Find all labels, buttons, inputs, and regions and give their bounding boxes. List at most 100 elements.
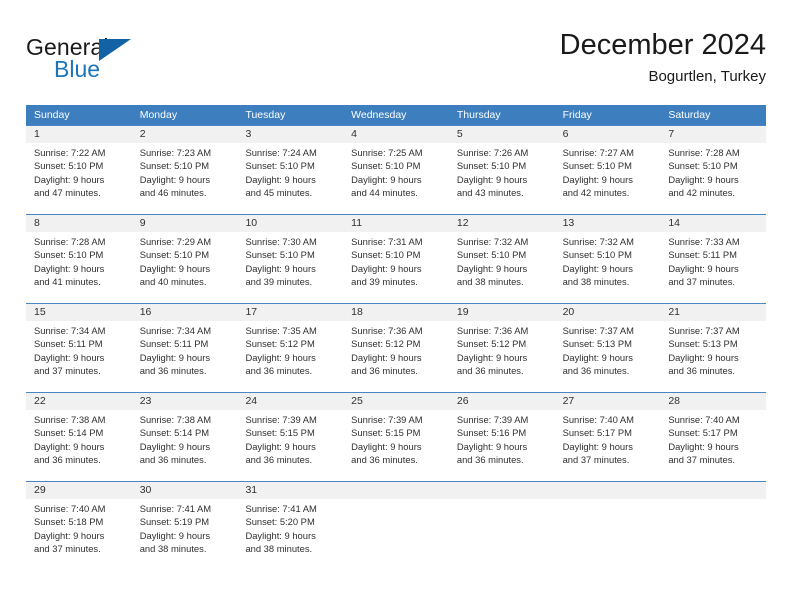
daylight-text2: and 36 minutes.: [351, 365, 418, 377]
day-cell[interactable]: Sunrise: 7:25 AM Sunset: 5:10 PM Dayligh…: [343, 143, 449, 214]
daylight-text: Daylight: 9 hours: [351, 440, 422, 452]
sunrise-text: Sunrise: 7:40 AM: [668, 414, 740, 425]
day-cell[interactable]: Sunrise: 7:39 AM Sunset: 5:15 PM Dayligh…: [343, 410, 449, 481]
sunset-text: Sunset: 5:12 PM: [351, 338, 421, 350]
day-number[interactable]: 1: [26, 126, 132, 143]
day-cell[interactable]: Sunrise: 7:36 AM Sunset: 5:12 PM Dayligh…: [449, 321, 555, 392]
sunrise-text: Sunrise: 7:41 AM: [245, 503, 317, 514]
daylight-text2: and 36 minutes.: [668, 365, 736, 377]
day-number[interactable]: 16: [132, 304, 238, 321]
day-number[interactable]: 27: [555, 393, 661, 410]
sunrise-text: Sunrise: 7:26 AM: [456, 147, 529, 158]
day-number[interactable]: 31: [237, 482, 343, 499]
day-cell[interactable]: Sunrise: 7:22 AM Sunset: 5:10 PM Dayligh…: [26, 143, 132, 214]
daylight-text2: and 47 minutes.: [34, 187, 101, 199]
day-cell[interactable]: Sunrise: 7:30 AM Sunset: 5:10 PM Dayligh…: [237, 232, 343, 303]
day-cell[interactable]: Sunrise: 7:40 AM Sunset: 5:17 PM Dayligh…: [660, 410, 766, 481]
sunset-text: Sunset: 5:10 PM: [351, 249, 421, 261]
day-number[interactable]: 24: [237, 393, 343, 410]
daylight-text: Daylight: 9 hours: [668, 351, 739, 363]
day-number[interactable]: 7: [660, 126, 766, 143]
day-number[interactable]: 26: [449, 393, 555, 410]
day-cell[interactable]: Sunrise: 7:24 AM Sunset: 5:10 PM Dayligh…: [237, 143, 343, 214]
day-cell[interactable]: Sunrise: 7:37 AM Sunset: 5:13 PM Dayligh…: [660, 321, 766, 392]
day-cell[interactable]: Sunrise: 7:27 AM Sunset: 5:10 PM Dayligh…: [555, 143, 661, 214]
daylight-text2: and 37 minutes.: [34, 543, 101, 555]
day-cell-empty: [660, 499, 766, 570]
daylight-text2: and 43 minutes.: [456, 187, 524, 199]
sunset-text: Sunset: 5:19 PM: [139, 516, 210, 528]
weekday-header-tuesday: Tuesday: [245, 109, 286, 121]
day-cell[interactable]: Sunrise: 7:37 AM Sunset: 5:13 PM Dayligh…: [555, 321, 661, 392]
day-number[interactable]: 28: [660, 393, 766, 410]
day-cell[interactable]: Sunrise: 7:40 AM Sunset: 5:17 PM Dayligh…: [555, 410, 661, 481]
day-number[interactable]: 19: [449, 304, 555, 321]
page-header: General Blue December 2024 Bogurtlen, Tu…: [26, 28, 766, 98]
day-number[interactable]: 5: [449, 126, 555, 143]
sunset-text: Sunset: 5:10 PM: [245, 249, 315, 261]
day-number[interactable]: 6: [555, 126, 661, 143]
day-number[interactable]: 4: [343, 126, 449, 143]
daylight-text2: and 38 minutes.: [245, 543, 313, 555]
daylight-text: Daylight: 9 hours: [245, 173, 316, 185]
day-number-band: 8 9 10 11 12 13 14: [26, 215, 766, 232]
sunset-text: Sunset: 5:10 PM: [139, 249, 210, 261]
day-number[interactable]: 25: [343, 393, 449, 410]
day-cell[interactable]: Sunrise: 7:35 AM Sunset: 5:12 PM Dayligh…: [237, 321, 343, 392]
day-cell[interactable]: Sunrise: 7:28 AM Sunset: 5:10 PM Dayligh…: [660, 143, 766, 214]
day-cell[interactable]: Sunrise: 7:32 AM Sunset: 5:10 PM Dayligh…: [555, 232, 661, 303]
day-number[interactable]: 15: [26, 304, 132, 321]
day-cell[interactable]: Sunrise: 7:36 AM Sunset: 5:12 PM Dayligh…: [343, 321, 449, 392]
day-number[interactable]: 29: [26, 482, 132, 499]
day-number[interactable]: 13: [555, 215, 661, 232]
day-number[interactable]: 21: [660, 304, 766, 321]
day-number[interactable]: 12: [449, 215, 555, 232]
daylight-text2: and 41 minutes.: [34, 276, 101, 288]
day-cell[interactable]: Sunrise: 7:41 AM Sunset: 5:19 PM Dayligh…: [132, 499, 238, 570]
sunrise-text: Sunrise: 7:27 AM: [562, 147, 634, 158]
sunset-text: Sunset: 5:13 PM: [562, 338, 632, 350]
day-number[interactable]: 10: [237, 215, 343, 232]
day-number[interactable]: 17: [237, 304, 343, 321]
day-number[interactable]: 2: [132, 126, 238, 143]
day-cell-empty: [555, 499, 661, 570]
day-cell[interactable]: Sunrise: 7:39 AM Sunset: 5:16 PM Dayligh…: [449, 410, 555, 481]
daylight-text: Daylight: 9 hours: [668, 262, 739, 274]
daylight-text2: and 39 minutes.: [245, 276, 313, 288]
day-number[interactable]: 20: [555, 304, 661, 321]
sunset-text: Sunset: 5:10 PM: [34, 160, 104, 172]
day-cell[interactable]: Sunrise: 7:31 AM Sunset: 5:10 PM Dayligh…: [343, 232, 449, 303]
day-cell[interactable]: Sunrise: 7:39 AM Sunset: 5:15 PM Dayligh…: [237, 410, 343, 481]
day-number[interactable]: 14: [660, 215, 766, 232]
day-cell[interactable]: Sunrise: 7:28 AM Sunset: 5:10 PM Dayligh…: [26, 232, 132, 303]
day-cell[interactable]: Sunrise: 7:40 AM Sunset: 5:18 PM Dayligh…: [26, 499, 132, 570]
day-detail-row: Sunrise: 7:28 AM Sunset: 5:10 PM Dayligh…: [26, 232, 766, 303]
day-cell[interactable]: Sunrise: 7:32 AM Sunset: 5:10 PM Dayligh…: [449, 232, 555, 303]
day-number[interactable]: 23: [132, 393, 238, 410]
day-cell[interactable]: Sunrise: 7:33 AM Sunset: 5:11 PM Dayligh…: [660, 232, 766, 303]
day-number[interactable]: 9: [132, 215, 238, 232]
day-cell[interactable]: Sunrise: 7:29 AM Sunset: 5:10 PM Dayligh…: [132, 232, 238, 303]
sunset-text: Sunset: 5:10 PM: [562, 249, 632, 261]
daylight-text2: and 37 minutes.: [668, 276, 736, 288]
day-cell[interactable]: Sunrise: 7:38 AM Sunset: 5:14 PM Dayligh…: [132, 410, 238, 481]
day-cell[interactable]: Sunrise: 7:26 AM Sunset: 5:10 PM Dayligh…: [449, 143, 555, 214]
sunset-text: Sunset: 5:10 PM: [139, 160, 210, 172]
day-number[interactable]: 11: [343, 215, 449, 232]
day-cell[interactable]: Sunrise: 7:23 AM Sunset: 5:10 PM Dayligh…: [132, 143, 238, 214]
day-cell[interactable]: Sunrise: 7:34 AM Sunset: 5:11 PM Dayligh…: [132, 321, 238, 392]
sunrise-text: Sunrise: 7:24 AM: [245, 147, 317, 158]
day-cell[interactable]: Sunrise: 7:34 AM Sunset: 5:11 PM Dayligh…: [26, 321, 132, 392]
sunrise-text: Sunrise: 7:33 AM: [668, 236, 740, 247]
day-number[interactable]: 3: [237, 126, 343, 143]
day-number[interactable]: 22: [26, 393, 132, 410]
daylight-text2: and 42 minutes.: [562, 187, 630, 199]
day-number[interactable]: 18: [343, 304, 449, 321]
day-number[interactable]: 30: [132, 482, 238, 499]
daylight-text2: and 42 minutes.: [668, 187, 736, 199]
week-row: 1 2 3 4 5 6 7 Sunrise: 7:22 AM Sunset: 5…: [26, 125, 766, 214]
day-number[interactable]: 8: [26, 215, 132, 232]
day-cell[interactable]: Sunrise: 7:41 AM Sunset: 5:20 PM Dayligh…: [237, 499, 343, 570]
daylight-text2: and 36 minutes.: [139, 365, 207, 377]
day-cell[interactable]: Sunrise: 7:38 AM Sunset: 5:14 PM Dayligh…: [26, 410, 132, 481]
